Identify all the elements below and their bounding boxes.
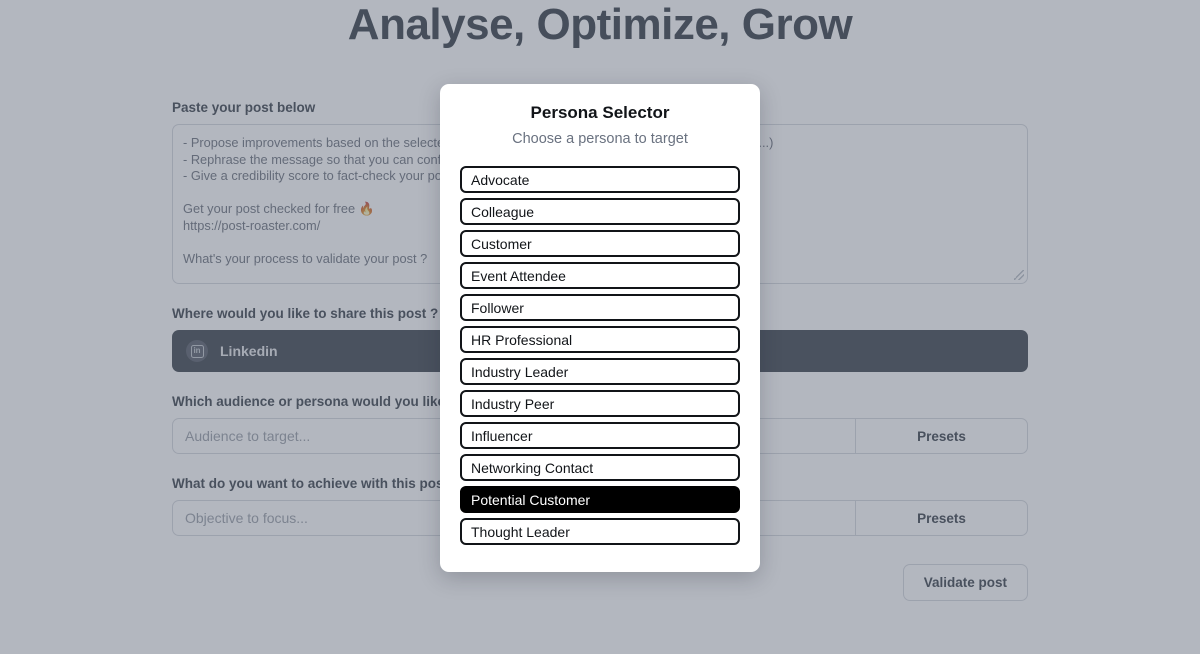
persona-item[interactable]: Advocate [460, 166, 740, 193]
persona-item[interactable]: Potential Customer [460, 486, 740, 513]
modal-title: Persona Selector [530, 103, 670, 122]
modal-subtitle: Choose a persona to target [512, 131, 688, 147]
persona-item[interactable]: HR Professional [460, 326, 740, 353]
persona-item[interactable]: Influencer [460, 422, 740, 449]
app-root: Analyse, Optimize, Grow Paste your post … [0, 0, 1200, 654]
persona-item[interactable]: Colleague [460, 198, 740, 225]
persona-item[interactable]: Industry Peer [460, 390, 740, 417]
persona-selector-modal: Persona Selector Choose a persona to tar… [440, 84, 760, 572]
persona-item[interactable]: Event Attendee [460, 262, 740, 289]
persona-item[interactable]: Networking Contact [460, 454, 740, 481]
persona-list: Advocate Colleague Customer Event Attendee F… [460, 166, 740, 545]
persona-item[interactable]: Thought Leader [460, 518, 740, 545]
persona-item[interactable]: Customer [460, 230, 740, 257]
persona-item[interactable]: Industry Leader [460, 358, 740, 385]
persona-item[interactable]: Follower [460, 294, 740, 321]
